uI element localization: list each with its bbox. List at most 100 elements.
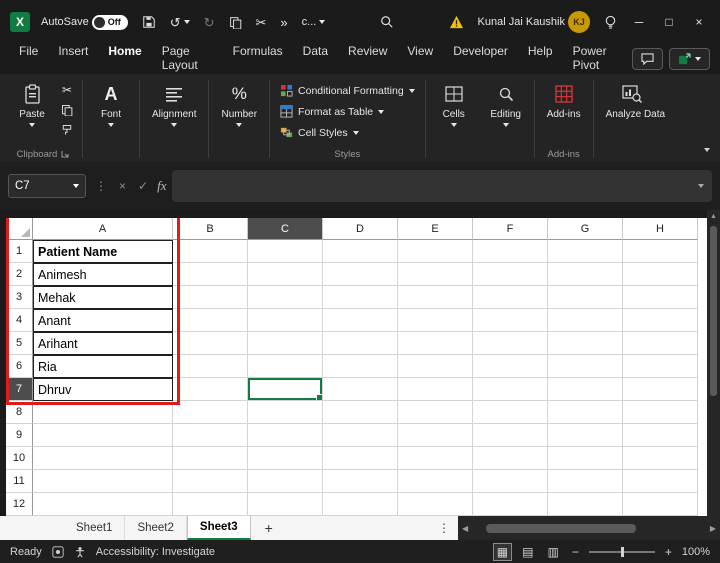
cell-A12[interactable] (33, 493, 173, 516)
alignment-button[interactable]: Alignment (146, 78, 202, 131)
column-header-D[interactable]: D (323, 218, 398, 240)
collapse-ribbon-button[interactable] (704, 148, 710, 152)
ribbon-tab-developer[interactable]: Developer (444, 40, 517, 78)
customize-toolbar-dropdown[interactable]: c... (295, 7, 333, 37)
column-header-B[interactable]: B (173, 218, 248, 240)
name-box[interactable]: C7 (8, 174, 86, 198)
row-header-3[interactable]: 3 (6, 286, 33, 309)
cell-B11[interactable] (173, 470, 248, 493)
cell-G7[interactable] (548, 378, 623, 401)
cell-H3[interactable] (623, 286, 698, 309)
row-header-7[interactable]: 7 (6, 378, 33, 401)
ribbon-tab-insert[interactable]: Insert (49, 40, 97, 78)
cell-D12[interactable] (323, 493, 398, 516)
cell-H11[interactable] (623, 470, 698, 493)
cell-E5[interactable] (398, 332, 473, 355)
cell-F6[interactable] (473, 355, 548, 378)
cell-A5[interactable]: Arihant (33, 332, 173, 355)
ribbon-tab-data[interactable]: Data (294, 40, 337, 78)
cell-E11[interactable] (398, 470, 473, 493)
cancel-entry-button[interactable]: × (116, 179, 129, 193)
cell-F5[interactable] (473, 332, 548, 355)
cut-button[interactable]: ✂ (249, 7, 274, 37)
cell-D7[interactable] (323, 378, 398, 401)
cell-G10[interactable] (548, 447, 623, 470)
maximize-button[interactable]: □ (654, 7, 684, 37)
share-button[interactable] (669, 48, 710, 70)
cell-H4[interactable] (623, 309, 698, 332)
cell-E1[interactable] (398, 240, 473, 263)
cell-B12[interactable] (173, 493, 248, 516)
cell-B7[interactable] (173, 378, 248, 401)
sheet-tab-sheet3[interactable]: Sheet3 (187, 516, 251, 540)
column-header-C[interactable]: C (248, 218, 323, 240)
new-sheet-button[interactable]: + (251, 516, 287, 540)
cell-H7[interactable] (623, 378, 698, 401)
cell-B1[interactable] (173, 240, 248, 263)
comments-button[interactable] (632, 48, 663, 70)
row-header-4[interactable]: 4 (6, 309, 33, 332)
font-button[interactable]: A Font (89, 78, 133, 131)
expand-formula-bar-icon[interactable] (698, 184, 704, 188)
cell-C2[interactable] (248, 263, 323, 286)
cell-A4[interactable]: Anant (33, 309, 173, 332)
horizontal-scrollbar[interactable]: ◀ ▶ (458, 516, 720, 540)
addins-button[interactable]: Add-ins (541, 78, 587, 124)
cell-E2[interactable] (398, 263, 473, 286)
cell-G5[interactable] (548, 332, 623, 355)
cell-H10[interactable] (623, 447, 698, 470)
cut-ribbon-icon[interactable]: ✂ (58, 82, 76, 98)
column-header-H[interactable]: H (623, 218, 698, 240)
row-header-5[interactable]: 5 (6, 332, 33, 355)
normal-view-button[interactable]: ▦ (494, 544, 511, 560)
cell-A1[interactable]: Patient Name (33, 240, 173, 263)
ribbon-tab-review[interactable]: Review (339, 40, 396, 78)
cell-B10[interactable] (173, 447, 248, 470)
cell-C11[interactable] (248, 470, 323, 493)
cell-E4[interactable] (398, 309, 473, 332)
ribbon-tab-view[interactable]: View (398, 40, 442, 78)
cell-F12[interactable] (473, 493, 548, 516)
zoom-slider-thumb[interactable] (621, 547, 624, 557)
cell-D11[interactable] (323, 470, 398, 493)
cell-C12[interactable] (248, 493, 323, 516)
undo-button[interactable]: ↺ (163, 7, 197, 37)
cell-A6[interactable]: Ria (33, 355, 173, 378)
cell-E3[interactable] (398, 286, 473, 309)
cells-button[interactable]: Cells (432, 78, 476, 131)
zoom-in-button[interactable]: + (663, 545, 674, 559)
cell-E9[interactable] (398, 424, 473, 447)
analyze-data-button[interactable]: Analyze Data (600, 78, 664, 125)
row-header-9[interactable]: 9 (6, 424, 33, 447)
number-button[interactable]: % Number (215, 78, 263, 131)
account-control[interactable]: Kunal Jai Kaushik KJ (471, 7, 597, 37)
cell-A8[interactable] (33, 401, 173, 424)
cell-D10[interactable] (323, 447, 398, 470)
row-header-11[interactable]: 11 (6, 470, 33, 493)
cell-B4[interactable] (173, 309, 248, 332)
cell-D3[interactable] (323, 286, 398, 309)
cell-F8[interactable] (473, 401, 548, 424)
cell-E12[interactable] (398, 493, 473, 516)
vertical-scroll-thumb[interactable] (710, 226, 717, 396)
cell-A7[interactable]: Dhruv (33, 378, 173, 401)
redo-button[interactable]: ↻ (197, 7, 222, 37)
cell-A3[interactable]: Mehak (33, 286, 173, 309)
sheet-tab-sheet1[interactable]: Sheet1 (64, 516, 125, 540)
row-header-12[interactable]: 12 (6, 493, 33, 516)
cell-E6[interactable] (398, 355, 473, 378)
cell-B2[interactable] (173, 263, 248, 286)
cell-F2[interactable] (473, 263, 548, 286)
confirm-entry-button[interactable]: ✓ (135, 179, 151, 193)
sheet-tab-sheet2[interactable]: Sheet2 (125, 516, 186, 540)
row-header-6[interactable]: 6 (6, 355, 33, 378)
cell-F3[interactable] (473, 286, 548, 309)
ribbon-tab-power-pivot[interactable]: Power Pivot (564, 40, 630, 78)
cell-A9[interactable] (33, 424, 173, 447)
cell-G2[interactable] (548, 263, 623, 286)
zoom-level[interactable]: 100% (682, 546, 710, 558)
cell-B8[interactable] (173, 401, 248, 424)
cell-C3[interactable] (248, 286, 323, 309)
cell-D2[interactable] (323, 263, 398, 286)
autosave-toggle[interactable]: Off (92, 15, 128, 30)
